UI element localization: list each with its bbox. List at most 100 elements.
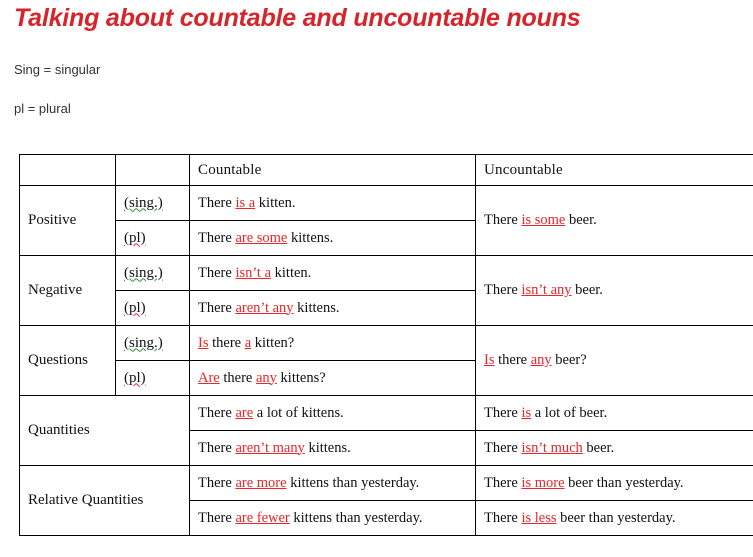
cell-uncountable-negative: There isn’t any beer. (475, 255, 753, 326)
number-label-pl: (pl) (115, 220, 190, 256)
highlight: aren’t many (235, 439, 305, 456)
table-header-row: Countable Uncountable (19, 154, 753, 186)
text-pre: There (484, 439, 522, 456)
table-header: Countable Uncountable (19, 154, 753, 186)
cell-uncountable-pl: There isn’t much beer. (475, 430, 753, 466)
text-post: kittens than yesterday. (286, 474, 420, 491)
spellcheck-pl: (pl) (124, 229, 146, 246)
cell-uncountable-pl: There is less beer than yesterday. (475, 500, 753, 536)
cell-countable-pl: Are there any kittens? (189, 360, 476, 396)
text-post: beer? (551, 352, 587, 368)
highlight-2: any (255, 369, 277, 386)
cell-uncountable-questions: Is there any beer? (475, 325, 753, 396)
table-row: Relative Quantities There are more kitte… (19, 465, 753, 536)
text-post: kittens. (287, 229, 334, 246)
highlight: are some (235, 229, 288, 246)
highlight: isn’t any (521, 282, 572, 298)
header-uncountable: Uncountable (475, 154, 753, 186)
cell-countable-pl: There are some kittens. (189, 220, 476, 256)
cell-countable-pl: There aren’t many kittens. (189, 430, 476, 466)
cell-countable-sing: Is there a kitten? (189, 325, 476, 361)
header-category (19, 154, 116, 186)
highlight: Are (198, 369, 220, 386)
text-pre: There (198, 509, 236, 526)
highlight: aren’t any (235, 299, 294, 316)
cell-countable-pl: There aren’t any kittens. (189, 290, 476, 326)
cell-countable-sing: There are more kittens than yesterday. (189, 465, 476, 501)
header-countable: Countable (189, 154, 476, 186)
row-label-negative: Negative (19, 255, 116, 326)
spellcheck-sing: (sing.) (124, 334, 163, 351)
spellcheck-pl: (pl) (124, 299, 146, 316)
highlight: Is (198, 334, 209, 351)
highlight: are fewer (235, 509, 290, 526)
cell-uncountable-positive: There is some beer. (475, 185, 753, 256)
countable-uncountable-table: Countable Uncountable Positive (sing.) T… (19, 154, 753, 536)
text-pre: There (198, 194, 236, 211)
text-post: kitten. (255, 194, 296, 211)
highlight: is a (235, 194, 256, 211)
text-post: kittens. (304, 439, 351, 456)
text-mid: there (494, 352, 531, 368)
legend-plural: pl = plural (14, 101, 71, 116)
number-label-sing: (sing.) (115, 255, 190, 291)
text-post: beer. (571, 282, 603, 298)
text-pre: There (484, 212, 522, 228)
text-pre: There (198, 264, 236, 281)
legend-singular: Sing = singular (14, 62, 101, 77)
text-pre: There (198, 474, 236, 491)
text-pre: There (484, 509, 522, 526)
highlight: isn’t a (235, 264, 272, 281)
number-label-pl: (pl) (115, 290, 190, 326)
cell-countable-sing: There are a lot of kittens. (189, 395, 476, 431)
text-pre: There (484, 404, 522, 421)
cell-countable-sing: There isn’t a kitten. (189, 255, 476, 291)
highlight: is less (521, 509, 557, 526)
highlight: Is (484, 352, 495, 368)
number-label-sing: (sing.) (115, 185, 190, 221)
highlight: is more (521, 474, 565, 491)
text-post: a lot of beer. (531, 404, 608, 421)
table-row: Quantities There are a lot of kittens. T… (19, 395, 753, 466)
highlight: are more (235, 474, 287, 491)
text-post: beer. (582, 439, 615, 456)
table-row: Questions (sing.) Is there a kitten? Is … (19, 325, 753, 396)
text-pre: There (198, 404, 236, 421)
number-label-pl: (pl) (115, 360, 190, 396)
spellcheck-sing: (sing.) (124, 264, 163, 281)
header-number (115, 154, 190, 186)
cell-countable-sing: There is a kitten. (189, 185, 476, 221)
text-post: kitten. (271, 264, 312, 281)
table-row: Positive (sing.) There is a kitten. Ther… (19, 185, 753, 256)
cell-uncountable-sing: There is more beer than yesterday. (475, 465, 753, 501)
text-pre: There (484, 474, 522, 491)
text-post: kitten? (251, 334, 295, 351)
row-label-quantities: Quantities (19, 395, 190, 466)
row-label-questions: Questions (19, 325, 116, 396)
table-body: Positive (sing.) There is a kitten. Ther… (19, 185, 753, 536)
page-title: Talking about countable and uncountable … (14, 4, 581, 32)
text-post: beer than yesterday. (564, 474, 684, 491)
highlight: are (235, 404, 254, 421)
text-post: beer. (565, 212, 597, 228)
highlight: isn’t much (521, 439, 583, 456)
text-pre: There (198, 299, 236, 316)
row-label-positive: Positive (19, 185, 116, 256)
cell-uncountable-sing: There is a lot of beer. (475, 395, 753, 431)
text-post: a lot of kittens. (253, 404, 344, 421)
highlight: is some (521, 212, 566, 228)
text-mid: there (208, 334, 245, 351)
text-pre: There (198, 229, 236, 246)
text-post: kittens than yesterday. (289, 509, 423, 526)
table-row: Negative (sing.) There isn’t a kitten. T… (19, 255, 753, 326)
highlight: is (521, 404, 532, 421)
spellcheck-sing: (sing.) (124, 194, 163, 211)
text-pre: There (484, 282, 522, 298)
spellcheck-pl: (pl) (124, 369, 146, 386)
text-pre: There (198, 439, 236, 456)
row-label-relative-quantities: Relative Quantities (19, 465, 190, 536)
text-post: kittens? (276, 369, 326, 386)
text-post: beer than yesterday. (556, 509, 676, 526)
text-mid: there (219, 369, 256, 386)
number-label-sing: (sing.) (115, 325, 190, 361)
